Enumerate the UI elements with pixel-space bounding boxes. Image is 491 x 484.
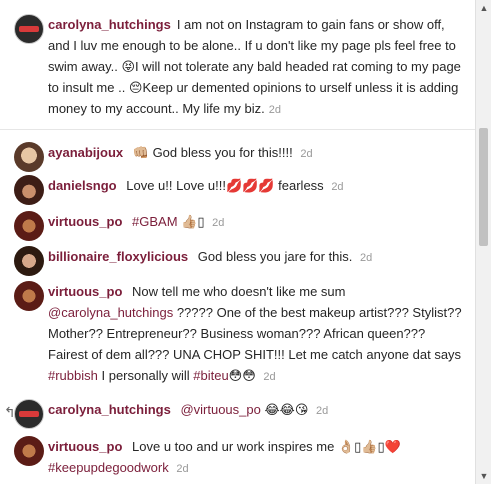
comment-text: virtuous_po Now tell me who doesn't like… bbox=[48, 281, 466, 388]
emoji: 😳😳 bbox=[228, 368, 256, 383]
username-link[interactable]: billionaire_floxylicious bbox=[48, 249, 188, 264]
timestamp[interactable]: 2d bbox=[316, 405, 328, 417]
comment-text: danielsngo Love u!! Love u!!!💋💋💋 fearles… bbox=[48, 175, 466, 198]
username-link[interactable]: carolyna_hutchings bbox=[48, 17, 171, 32]
comment-body: I personally will bbox=[97, 368, 194, 383]
avatar[interactable] bbox=[14, 175, 44, 205]
comment-text: ayanabijoux 👊🏼 God bless you for this!!!… bbox=[48, 142, 466, 165]
mention-link[interactable]: @carolyna_hutchings bbox=[48, 305, 173, 320]
comment: billionaire_floxylicious God bless you j… bbox=[14, 246, 466, 276]
caption-text: carolyna_hutchings I am not on Instagram … bbox=[48, 14, 466, 121]
scrollbar[interactable]: ▲ ▼ bbox=[475, 0, 491, 484]
comment-text: carolyna_hutchings @virtuous_po 😂😂😘 2d bbox=[48, 399, 466, 422]
hashtag-link[interactable]: #biteu bbox=[193, 368, 228, 383]
timestamp[interactable]: 2d bbox=[269, 104, 281, 116]
emoji: 💋💋💋 bbox=[225, 178, 275, 193]
emoji: 👊🏼 bbox=[132, 145, 149, 160]
avatar[interactable] bbox=[14, 436, 44, 466]
comment-body: God bless you for this!!!! bbox=[148, 145, 293, 160]
emoji: 👌🏼▯👍🏼▯❤️ bbox=[337, 439, 401, 454]
comment-body: Love u!! Love u!!! bbox=[126, 178, 226, 193]
mention-link[interactable]: @virtuous_po bbox=[180, 402, 260, 417]
username-link[interactable]: carolyna_hutchings bbox=[48, 402, 171, 417]
comment: virtuous_po Now tell me who doesn't like… bbox=[14, 281, 466, 388]
comment: ayanabijoux 👊🏼 God bless you for this!!!… bbox=[14, 142, 466, 172]
hashtag-link[interactable]: #keepupdegoodwork bbox=[48, 460, 169, 475]
hashtag-link[interactable]: #GBAM bbox=[132, 214, 178, 229]
comment-text: billionaire_floxylicious God bless you j… bbox=[48, 246, 466, 269]
username-link[interactable]: virtuous_po bbox=[48, 284, 122, 299]
username-link[interactable]: ayanabijoux bbox=[48, 145, 123, 160]
comment-body: fearless bbox=[274, 178, 324, 193]
comment-body: God bless you jare for this. bbox=[197, 249, 353, 264]
comment: virtuous_po Love u too and ur work inspi… bbox=[14, 436, 466, 480]
divider bbox=[0, 129, 475, 130]
reply-arrow-icon[interactable]: ↰ bbox=[4, 405, 16, 419]
emoji: 😝 bbox=[121, 59, 135, 74]
username-link[interactable]: virtuous_po bbox=[48, 214, 122, 229]
username-link[interactable]: virtuous_po bbox=[48, 439, 122, 454]
avatar[interactable] bbox=[14, 246, 44, 276]
caption: carolyna_hutchings I am not on Instagram … bbox=[14, 14, 466, 129]
timestamp[interactable]: 2d bbox=[300, 148, 312, 160]
avatar[interactable] bbox=[14, 14, 44, 44]
timestamp[interactable]: 2d bbox=[331, 181, 343, 193]
hashtag-link[interactable]: #rubbish bbox=[48, 368, 98, 383]
emoji: 😔 bbox=[128, 80, 143, 95]
comment-body: Love u too and ur work inspires me bbox=[132, 439, 335, 454]
avatar[interactable] bbox=[14, 211, 44, 241]
timestamp[interactable]: 2d bbox=[263, 371, 275, 383]
comment-text: virtuous_po #GBAM 👍🏼▯ 2d bbox=[48, 211, 466, 234]
emoji: 😂😂😘 bbox=[264, 402, 309, 417]
scroll-thumb[interactable] bbox=[479, 128, 488, 246]
timestamp[interactable]: 2d bbox=[176, 463, 188, 475]
comment: danielsngo Love u!! Love u!!!💋💋💋 fearles… bbox=[14, 175, 466, 205]
comment-text: virtuous_po Love u too and ur work inspi… bbox=[48, 436, 466, 480]
comment: virtuous_po #GBAM 👍🏼▯ 2d bbox=[14, 211, 466, 241]
emoji: 👍🏼▯ bbox=[181, 214, 205, 229]
timestamp[interactable]: 2d bbox=[212, 217, 224, 229]
comment-body: Now tell me who doesn't like me sum bbox=[132, 284, 346, 299]
username-link[interactable]: danielsngo bbox=[48, 178, 117, 193]
timestamp[interactable]: 2d bbox=[360, 252, 372, 264]
avatar[interactable] bbox=[14, 281, 44, 311]
scroll-down-arrow-icon[interactable]: ▼ bbox=[476, 468, 491, 484]
avatar[interactable] bbox=[14, 142, 44, 172]
comment: ↰ carolyna_hutchings @virtuous_po 😂😂😘 2d bbox=[4, 399, 466, 429]
scroll-up-arrow-icon[interactable]: ▲ bbox=[476, 0, 491, 16]
comments-panel: carolyna_hutchings I am not on Instagram … bbox=[0, 0, 475, 484]
avatar[interactable] bbox=[14, 399, 44, 429]
